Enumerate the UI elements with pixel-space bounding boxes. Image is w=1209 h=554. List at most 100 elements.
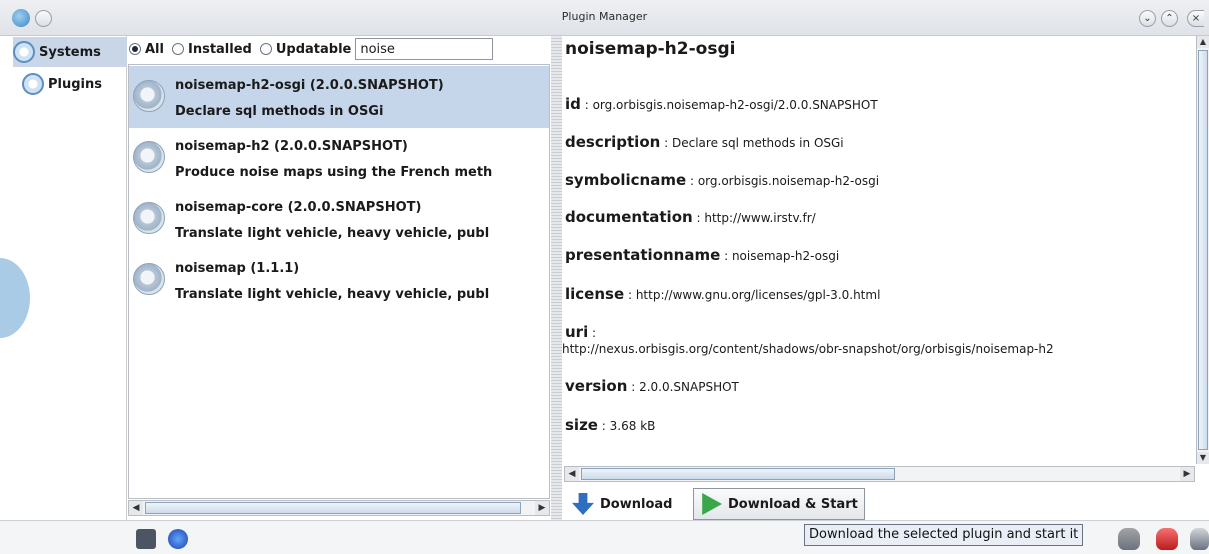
- window-title: Plugin Manager: [561, 10, 648, 23]
- plugin-details: noisemap-h2-osgi id : org.orbisgis.noise…: [562, 36, 1196, 464]
- list-item[interactable]: noisemap-core (2.0.0.SNAPSHOT) Translate…: [129, 188, 549, 250]
- scroll-left-icon[interactable]: ◀: [129, 501, 143, 515]
- download-button[interactable]: Download: [566, 488, 678, 520]
- property-key: size: [565, 416, 598, 434]
- property-key: uri: [565, 323, 589, 341]
- scrollbar-thumb[interactable]: [145, 502, 521, 514]
- scrollbar-thumb[interactable]: [1198, 50, 1208, 450]
- radio-indicator[interactable]: [129, 43, 141, 55]
- sidebar-item-systems[interactable]: Systems: [13, 37, 127, 67]
- property-key: symbolicname: [565, 171, 687, 189]
- details-vertical-scrollbar[interactable]: ▲ ▼: [1196, 36, 1209, 464]
- plugin-gear-icon: [133, 80, 165, 112]
- filter-bar: All Installed Updatable: [129, 36, 549, 62]
- maximize-button[interactable]: ⌃: [1161, 10, 1178, 27]
- property-description: description : Declare sql methods in OSG…: [565, 132, 844, 151]
- sidebar-item-label: Plugins: [48, 76, 102, 92]
- download-start-button[interactable]: Download & Start: [693, 488, 865, 520]
- property-uri: uri :: [565, 322, 596, 341]
- property-version: version : 2.0.0.SNAPSHOT: [565, 376, 739, 395]
- console-icon[interactable]: [136, 529, 156, 549]
- plugin-title: noisemap-h2-osgi (2.0.0.SNAPSHOT): [175, 78, 444, 93]
- property-key: documentation: [565, 208, 693, 226]
- plugin-gear-icon: [133, 202, 165, 234]
- property-size: size : 3.68 kB: [565, 415, 655, 434]
- property-value: http://www.irstv.fr/: [704, 211, 816, 225]
- property-key: license: [565, 285, 625, 303]
- property-symbolicname: symbolicname : org.orbisgis.noisemap-h2-…: [565, 170, 879, 189]
- property-separator: :: [588, 326, 597, 340]
- radio-updatable[interactable]: Updatable: [259, 42, 351, 57]
- database-remove-icon[interactable]: [1156, 528, 1178, 550]
- systems-gear-icon: [13, 41, 35, 63]
- radio-indicator[interactable]: [171, 43, 184, 55]
- sidebar-item-plugins[interactable]: Plugins: [22, 69, 127, 99]
- property-separator: :: [627, 380, 640, 394]
- scrollbar-thumb[interactable]: [581, 468, 895, 480]
- list-item[interactable]: noisemap (1.1.1) Translate light vehicle…: [129, 249, 549, 311]
- scroll-right-icon[interactable]: ▶: [535, 501, 549, 515]
- plugin-description: Translate light vehicle, heavy vehicle, …: [175, 226, 490, 241]
- property-separator: :: [580, 98, 593, 112]
- property-presentationname: presentationname : noisemap-h2-osgi: [565, 245, 839, 264]
- property-key: presentationname: [565, 246, 721, 264]
- database-refresh-icon[interactable]: [1190, 528, 1209, 550]
- radio-indicator[interactable]: [259, 43, 272, 55]
- property-separator: :: [660, 136, 672, 150]
- uri-value[interactable]: http://nexus.orbisgis.org/content/shadow…: [562, 342, 1054, 356]
- plugin-gear-icon: [133, 141, 165, 173]
- download-label: Download: [600, 496, 673, 512]
- property-separator: :: [624, 288, 636, 302]
- radio-all[interactable]: All: [129, 42, 164, 57]
- property-id: id : org.orbisgis.noisemap-h2-osgi/2.0.0…: [565, 94, 878, 113]
- sidebar-item-label: Systems: [39, 44, 101, 60]
- globe-icon[interactable]: [168, 529, 188, 549]
- plugin-list: noisemap-h2-osgi (2.0.0.SNAPSHOT) Declar…: [128, 64, 550, 499]
- plugin-gear-icon: [133, 263, 165, 295]
- tooltip: Download the selected plugin and start i…: [804, 524, 1084, 546]
- plugin-description: Produce noise maps using the French meth: [175, 165, 493, 180]
- property-value: 3.68 kB: [609, 419, 656, 433]
- property-value: Declare sql methods in OSGi: [671, 136, 844, 150]
- plugin-title: noisemap (1.1.1): [175, 261, 300, 276]
- decorative-circle: [0, 258, 30, 338]
- property-documentation: documentation : http://www.irstv.fr/: [565, 207, 816, 226]
- database-add-icon[interactable]: [1118, 528, 1140, 550]
- scroll-right-icon[interactable]: ▶: [1180, 467, 1194, 481]
- property-key: description: [565, 133, 661, 151]
- play-icon: [702, 493, 722, 515]
- plugin-title: noisemap-core (2.0.0.SNAPSHOT): [175, 200, 422, 215]
- title-bar: Plugin Manager ⌄ ⌃ ×: [0, 0, 1209, 36]
- scroll-left-icon[interactable]: ◀: [565, 467, 579, 481]
- split-pane-divider[interactable]: [551, 36, 562, 520]
- property-value: noisemap-h2-osgi: [731, 249, 840, 263]
- scroll-up-icon[interactable]: ▲: [1197, 36, 1209, 48]
- details-title: noisemap-h2-osgi: [565, 39, 736, 59]
- plugin-manager-window: Plugin Manager ⌄ ⌃ × Systems Plugins All…: [0, 0, 1209, 554]
- radio-label: Installed: [187, 41, 252, 57]
- plugin-description: Declare sql methods in OSGi: [175, 104, 384, 119]
- arrow-down-icon: [572, 493, 594, 515]
- list-item[interactable]: noisemap-h2-osgi (2.0.0.SNAPSHOT) Declar…: [129, 66, 549, 128]
- download-start-label: Download & Start: [728, 496, 858, 512]
- sidebar: Systems Plugins: [0, 36, 127, 554]
- property-key: id: [565, 95, 581, 113]
- property-value: org.orbisgis.noisemap-h2-osgi: [697, 174, 880, 188]
- property-value: http://www.gnu.org/licenses/gpl-3.0.html: [635, 288, 881, 302]
- minimize-button[interactable]: ⌄: [1139, 10, 1156, 27]
- radio-installed[interactable]: Installed: [171, 41, 252, 57]
- property-value: org.orbisgis.noisemap-h2-osgi/2.0.0.SNAP…: [592, 98, 878, 112]
- search-input[interactable]: [355, 38, 494, 60]
- scroll-down-icon[interactable]: ▼: [1197, 452, 1209, 464]
- property-key: version: [565, 377, 628, 395]
- plugin-description: Translate light vehicle, heavy vehicle, …: [175, 287, 490, 302]
- radio-label: All: [145, 41, 164, 57]
- close-button[interactable]: ×: [1187, 10, 1204, 27]
- list-horizontal-scrollbar[interactable]: ◀ ▶: [128, 500, 550, 516]
- property-value: 2.0.0.SNAPSHOT: [639, 380, 739, 394]
- details-horizontal-scrollbar[interactable]: ◀ ▶: [564, 466, 1195, 482]
- property-license: license : http://www.gnu.org/licenses/gp…: [565, 284, 880, 303]
- list-item[interactable]: noisemap-h2 (2.0.0.SNAPSHOT) Produce noi…: [129, 127, 549, 189]
- property-separator: :: [597, 419, 610, 433]
- plugin-title: noisemap-h2 (2.0.0.SNAPSHOT): [175, 139, 408, 154]
